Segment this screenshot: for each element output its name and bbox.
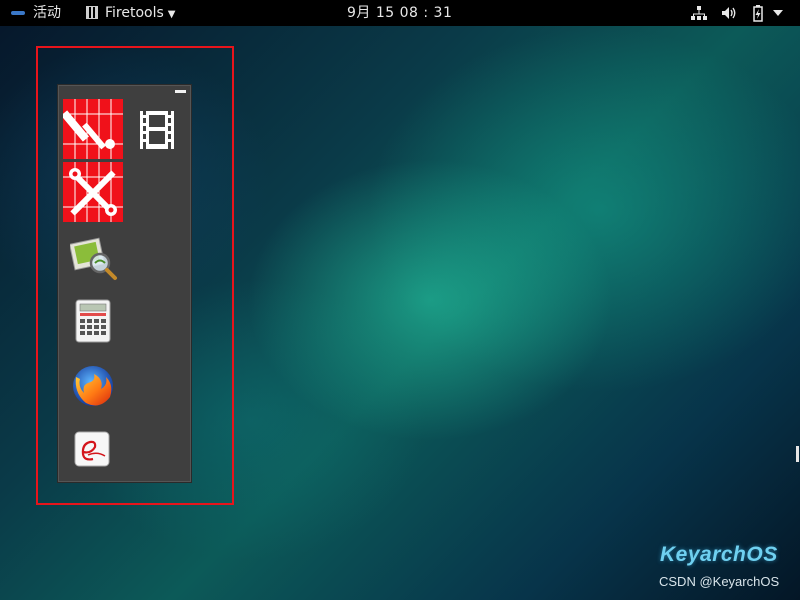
credit-watermark: CSDN @KeyarchOS bbox=[659, 574, 780, 589]
brand-watermark: KeyarchOS bbox=[660, 543, 778, 566]
video-player-icon[interactable] bbox=[138, 109, 176, 151]
image-viewer-icon[interactable] bbox=[70, 235, 118, 281]
minimize-button[interactable] bbox=[175, 90, 186, 93]
text-cursor-marker bbox=[796, 446, 799, 462]
app-grid-icon bbox=[86, 6, 98, 19]
app-menu[interactable]: Firetools ▼ bbox=[86, 0, 176, 26]
firetools-dock[interactable] bbox=[57, 84, 192, 483]
firefox-icon[interactable] bbox=[70, 363, 116, 409]
e-app-icon[interactable] bbox=[73, 430, 111, 468]
calculator-icon[interactable] bbox=[74, 299, 112, 343]
clock[interactable]: 9月 15 08 : 31 bbox=[347, 0, 452, 26]
top-bar: 活动 Firetools ▼ 9月 15 08 : 31 bbox=[0, 0, 800, 26]
os-logo-icon[interactable] bbox=[11, 11, 25, 15]
battery-icon[interactable] bbox=[749, 4, 767, 22]
volume-icon[interactable] bbox=[720, 4, 738, 22]
activities-button[interactable]: 活动 bbox=[33, 0, 61, 26]
firejail-tools-icon[interactable] bbox=[63, 162, 123, 222]
network-icon[interactable] bbox=[690, 4, 708, 22]
system-menu-chevron-icon[interactable] bbox=[772, 7, 784, 19]
chevron-down-icon: ▼ bbox=[167, 9, 176, 20]
app-menu-label: Firetools bbox=[105, 5, 164, 21]
firetools-config-icon[interactable] bbox=[63, 99, 123, 159]
